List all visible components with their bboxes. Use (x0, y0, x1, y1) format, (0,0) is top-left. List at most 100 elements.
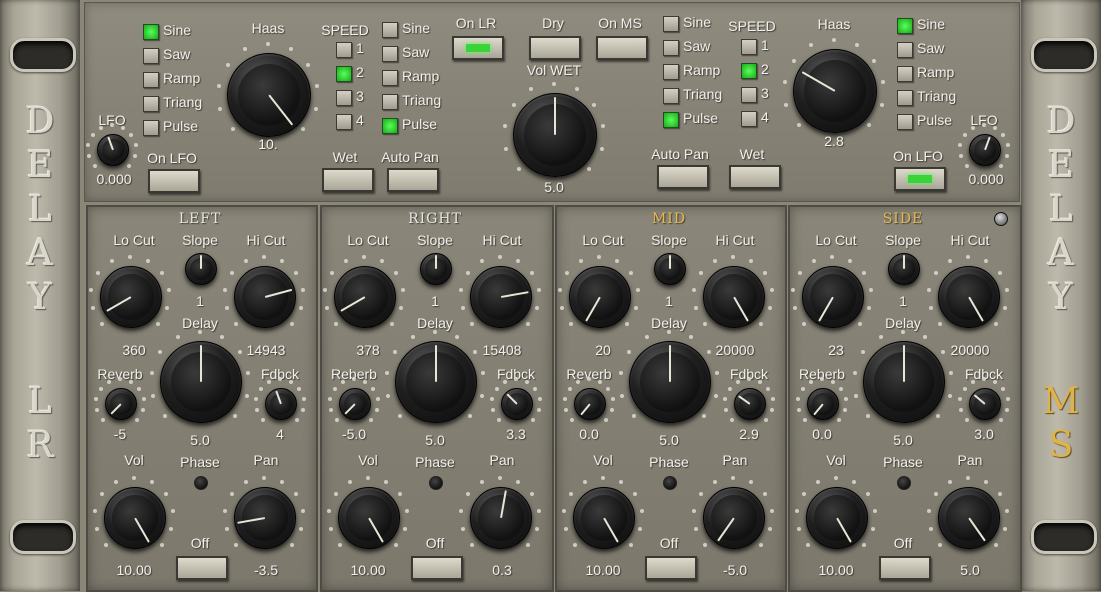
pan-left-shape-triang-button[interactable] (382, 94, 398, 110)
side-hi-cut-knob-tick (993, 321, 998, 326)
right-vol-knob[interactable] (338, 487, 400, 549)
mid-lo-cut-knob-tick (635, 287, 640, 292)
side-slope-knob[interactable] (888, 253, 920, 285)
mid-fdbck-knob[interactable] (734, 388, 766, 420)
speed-right-3-button[interactable] (741, 87, 757, 103)
left-vol-knob[interactable] (104, 487, 166, 549)
auto-pan-left-button[interactable] (387, 168, 439, 192)
right-slope-knob[interactable] (420, 253, 452, 285)
speed-right-2-button[interactable] (741, 63, 757, 79)
lfo-left-shape-ramp-button[interactable] (143, 72, 159, 88)
speed-right-4-button[interactable] (741, 111, 757, 127)
wet-right-button[interactable] (729, 165, 781, 189)
right-reverb-knob[interactable] (339, 388, 371, 420)
side-hi-cut-knob[interactable] (938, 266, 1000, 328)
side-reverb-knob[interactable] (807, 388, 839, 420)
right-hi-cut-knob[interactable] (470, 266, 532, 328)
mid-phase-button[interactable] (645, 556, 697, 580)
on-ms-button[interactable] (596, 36, 648, 60)
right-phase-button[interactable] (411, 556, 463, 580)
mid-hi-cut-knob[interactable] (703, 266, 765, 328)
lfo-left-shape-pulse-button[interactable] (143, 120, 159, 136)
vol-wet-knob[interactable] (513, 93, 597, 177)
side-lo-cut-knob-tick (861, 271, 866, 276)
lfo-right-shape-sine-button[interactable] (897, 18, 913, 34)
mid-reverb-knob[interactable] (574, 388, 606, 420)
left-reverb-knob[interactable] (105, 388, 137, 420)
left-pan-knob[interactable] (234, 487, 296, 549)
lfo-left-shape-sine-button[interactable] (143, 24, 159, 40)
mid-pan-knob[interactable] (703, 487, 765, 549)
mid-fdbck-knob-tick (727, 386, 732, 391)
side-slope-value: 1 (899, 293, 907, 309)
mid-lo-cut-knob[interactable] (569, 266, 631, 328)
left-hi-cut-label: Hi Cut (246, 232, 286, 248)
on-lfo-right-button[interactable] (894, 167, 946, 191)
mid-slope-knob[interactable] (654, 253, 686, 285)
speed-left-2-button[interactable] (336, 66, 352, 82)
speed-right-2-label: 2 (761, 61, 769, 77)
pan-left-shape-pulse-button[interactable] (382, 118, 398, 134)
lfo-left-shape-triang-button[interactable] (143, 96, 159, 112)
pan-left-shape-sine-button[interactable] (382, 22, 398, 38)
mid-delay-knob[interactable] (629, 341, 711, 423)
side-pan-knob[interactable] (938, 487, 1000, 549)
mid-vol-knob[interactable] (573, 487, 635, 549)
lfo-right-shape-triang-button[interactable] (897, 90, 913, 106)
speed-right-1-button[interactable] (741, 39, 757, 55)
auto-pan-right-button[interactable] (657, 165, 709, 189)
right-lo-cut-knob[interactable] (334, 266, 396, 328)
left-hi-cut-knob[interactable] (234, 266, 296, 328)
side-fdbck-knob-tick (971, 379, 976, 384)
mid-reverb-knob-tick (610, 397, 615, 402)
lfo-left-shape-saw-button[interactable] (143, 48, 159, 64)
rack-slot (1031, 520, 1097, 554)
left-lo-cut-value: 360 (122, 342, 146, 358)
pan-right-shape-ramp-button[interactable] (663, 64, 679, 80)
left-lo-cut-knob[interactable] (100, 266, 162, 328)
pan-right-shape-saw-button[interactable] (663, 40, 679, 56)
on-lr-button[interactable] (452, 36, 504, 60)
pan-left-shape-ramp-button[interactable] (382, 70, 398, 86)
left-lo-cut-knob-tick (159, 271, 164, 276)
on-lfo-left-button[interactable] (148, 169, 200, 193)
left-fdbck-knob[interactable] (265, 388, 297, 420)
right-pan-knob[interactable] (470, 487, 532, 549)
lfo-left-knob[interactable] (97, 134, 129, 166)
haas-left-knob[interactable] (227, 53, 311, 137)
side-fdbck-knob[interactable] (969, 388, 1001, 420)
side-lo-cut-knob[interactable] (802, 266, 864, 328)
haas-right-knob[interactable] (793, 49, 877, 133)
side-vol-knob[interactable] (806, 487, 868, 549)
left-phase-button[interactable] (176, 556, 228, 580)
right-reverb-knob-tick (335, 417, 340, 422)
lfo-right-knob[interactable] (969, 134, 1001, 166)
left-delay-knob[interactable] (160, 341, 242, 423)
haas-right-knob-tick (832, 38, 836, 42)
side-phase-button[interactable] (879, 556, 931, 580)
knob-pointer (818, 296, 834, 322)
side-delay-knob[interactable] (863, 341, 945, 423)
left-pan-knob-tick (300, 508, 305, 513)
speed-left-1-button[interactable] (336, 42, 352, 58)
wet-left-button[interactable] (322, 168, 374, 192)
knob-pointer (717, 517, 735, 542)
dry-button[interactable] (529, 36, 581, 60)
lfo-right-shape-ramp-button[interactable] (897, 66, 913, 82)
right-delay-knob[interactable] (395, 341, 477, 423)
speed-left-3-button[interactable] (336, 90, 352, 106)
right-fdbck-knob[interactable] (501, 388, 533, 420)
pan-right-shape-pulse-button[interactable] (663, 112, 679, 128)
lfo-right-shape-saw-button[interactable] (897, 42, 913, 58)
pan-right-shape-sine-button[interactable] (663, 16, 679, 32)
pan-right-shape-triang-button[interactable] (663, 88, 679, 104)
speed-left-4-button[interactable] (336, 114, 352, 130)
mid-pan-knob-tick (748, 480, 753, 485)
lfo-right-shape-pulse-button[interactable] (897, 114, 913, 130)
pan-left-shape-saw-button[interactable] (382, 46, 398, 62)
rack-letter: Y (1049, 277, 1073, 318)
left-slope-knob[interactable] (185, 253, 217, 285)
right-phase-label: Phase (415, 454, 455, 470)
knob-pointer (813, 403, 824, 416)
haas-left-label: Haas (251, 20, 285, 36)
